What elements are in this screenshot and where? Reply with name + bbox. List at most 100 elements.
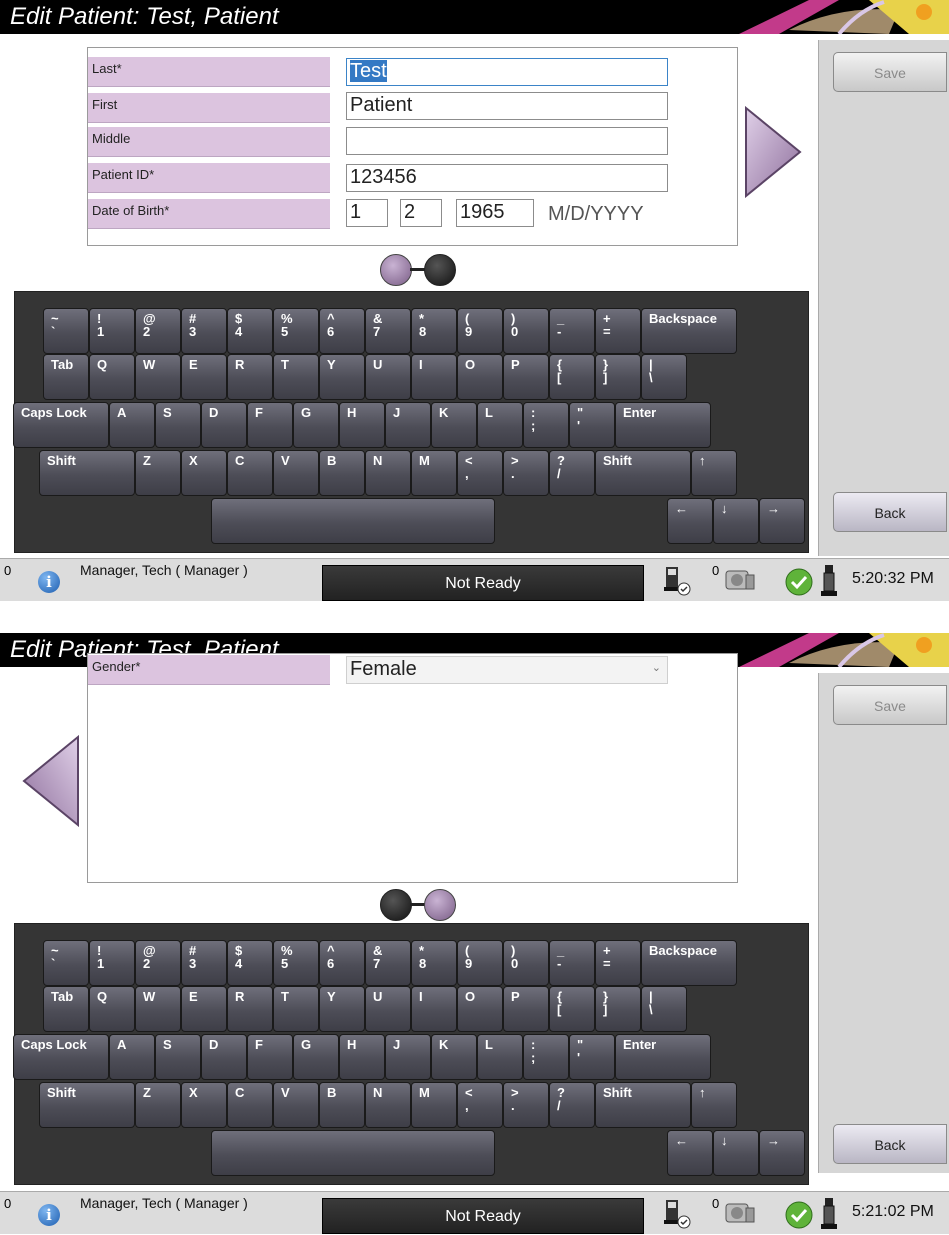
key-l[interactable]: L — [477, 1034, 523, 1080]
dob-year-input[interactable]: 1965 — [456, 199, 534, 227]
checkmark-status-icon[interactable] — [784, 1200, 814, 1230]
key-a[interactable]: A — [109, 402, 155, 448]
key--4[interactable]: $4 — [227, 940, 273, 986]
key-sym-4-1[interactable]: ← — [667, 498, 713, 544]
key-sym-0-0[interactable]: ~ ` — [43, 940, 89, 986]
media-icon[interactable] — [722, 1200, 758, 1228]
previous-page-arrow-icon[interactable] — [22, 735, 82, 827]
next-page-arrow-icon[interactable] — [742, 106, 802, 198]
key-sym-1-13[interactable]: | \ — [641, 986, 687, 1032]
key-sym-4-3[interactable]: → — [759, 498, 805, 544]
key-space[interactable] — [211, 1130, 495, 1176]
key-x[interactable]: X — [181, 450, 227, 496]
key-v[interactable]: V — [273, 450, 319, 496]
key-sym-0-0[interactable]: ~ ` — [43, 308, 89, 354]
key-sym-1-12[interactable]: }] — [595, 354, 641, 400]
key-sym-2-10[interactable]: :; — [523, 402, 569, 448]
key-g[interactable]: G — [293, 402, 339, 448]
info-icon[interactable]: i — [38, 1204, 60, 1226]
key-sym-3-10[interactable]: ? / — [549, 450, 595, 496]
key--9[interactable]: (9 — [457, 308, 503, 354]
key-y[interactable]: Y — [319, 354, 365, 400]
key-m[interactable]: M — [411, 450, 457, 496]
middle-name-input[interactable] — [346, 127, 668, 155]
key-sym-0-11[interactable]: _ - — [549, 308, 595, 354]
system-state[interactable]: Not Ready — [322, 565, 644, 601]
key-o[interactable]: O — [457, 986, 503, 1032]
key--4[interactable]: $4 — [227, 308, 273, 354]
key--6[interactable]: ^ 6 — [319, 940, 365, 986]
gantry-icon[interactable] — [818, 1196, 840, 1232]
key-tab[interactable]: Tab — [43, 986, 89, 1032]
key--5[interactable]: % 5 — [273, 940, 319, 986]
dob-day-input[interactable]: 2 — [400, 199, 442, 227]
save-button[interactable]: Save — [833, 685, 947, 725]
info-icon[interactable]: i — [38, 571, 60, 593]
key-c[interactable]: C — [227, 1082, 273, 1128]
key-sym-0-12[interactable]: + = — [595, 308, 641, 354]
key-shift[interactable]: Shift — [595, 1082, 691, 1128]
key-sym-3-12[interactable]: ↑ — [691, 1082, 737, 1128]
key-sym-3-12[interactable]: ↑ — [691, 450, 737, 496]
media-icon[interactable] — [722, 567, 758, 595]
key-shift[interactable]: Shift — [39, 450, 135, 496]
key-b[interactable]: B — [319, 450, 365, 496]
key--2[interactable]: @2 — [135, 308, 181, 354]
key-x[interactable]: X — [181, 1082, 227, 1128]
key-sym-1-11[interactable]: {[ — [549, 986, 595, 1032]
key-h[interactable]: H — [339, 1034, 385, 1080]
key-d[interactable]: D — [201, 1034, 247, 1080]
key-w[interactable]: W — [135, 986, 181, 1032]
key-u[interactable]: U — [365, 354, 411, 400]
key-sym-1-12[interactable]: }] — [595, 986, 641, 1032]
key-c[interactable]: C — [227, 450, 273, 496]
key-t[interactable]: T — [273, 986, 319, 1032]
key-shift[interactable]: Shift — [39, 1082, 135, 1128]
key-s[interactable]: S — [155, 402, 201, 448]
key-r[interactable]: R — [227, 986, 273, 1032]
key-g[interactable]: G — [293, 1034, 339, 1080]
key-sym-2-11[interactable]: " ' — [569, 402, 615, 448]
key-y[interactable]: Y — [319, 986, 365, 1032]
key-enter[interactable]: Enter — [615, 402, 711, 448]
key-l[interactable]: L — [477, 402, 523, 448]
key-q[interactable]: Q — [89, 354, 135, 400]
back-button[interactable]: Back — [833, 1124, 947, 1164]
key-m[interactable]: M — [411, 1082, 457, 1128]
system-state[interactable]: Not Ready — [322, 1198, 644, 1234]
key--1[interactable]: ! 1 — [89, 940, 135, 986]
key-sym-3-8[interactable]: <, — [457, 1082, 503, 1128]
key-d[interactable]: D — [201, 402, 247, 448]
back-button[interactable]: Back — [833, 492, 947, 532]
key-k[interactable]: K — [431, 1034, 477, 1080]
key-caps-lock[interactable]: Caps Lock — [13, 1034, 109, 1080]
key-sym-1-13[interactable]: | \ — [641, 354, 687, 400]
key--9[interactable]: (9 — [457, 940, 503, 986]
key-sym-4-1[interactable]: ← — [667, 1130, 713, 1176]
key-sym-4-2[interactable]: ↓ — [713, 1130, 759, 1176]
key-b[interactable]: B — [319, 1082, 365, 1128]
key-sym-3-9[interactable]: >. — [503, 1082, 549, 1128]
page-dot-2[interactable] — [424, 254, 456, 286]
key-e[interactable]: E — [181, 354, 227, 400]
key-w[interactable]: W — [135, 354, 181, 400]
key-n[interactable]: N — [365, 450, 411, 496]
key--8[interactable]: * 8 — [411, 308, 457, 354]
key--0[interactable]: ) 0 — [503, 940, 549, 986]
key--8[interactable]: * 8 — [411, 940, 457, 986]
key-sym-2-10[interactable]: :; — [523, 1034, 569, 1080]
gender-select[interactable]: Female ⌄ — [346, 656, 668, 684]
key-a[interactable]: A — [109, 1034, 155, 1080]
key-backspace[interactable]: Backspace — [641, 940, 737, 986]
key-u[interactable]: U — [365, 986, 411, 1032]
save-button[interactable]: Save — [833, 52, 947, 92]
output-queue-icon[interactable] — [662, 1198, 692, 1230]
key-sym-1-11[interactable]: {[ — [549, 354, 595, 400]
last-name-input[interactable]: Test — [346, 58, 668, 86]
key-k[interactable]: K — [431, 402, 477, 448]
key-space[interactable] — [211, 498, 495, 544]
key-sym-3-9[interactable]: >. — [503, 450, 549, 496]
key-i[interactable]: I — [411, 354, 457, 400]
key-n[interactable]: N — [365, 1082, 411, 1128]
key-z[interactable]: Z — [135, 1082, 181, 1128]
